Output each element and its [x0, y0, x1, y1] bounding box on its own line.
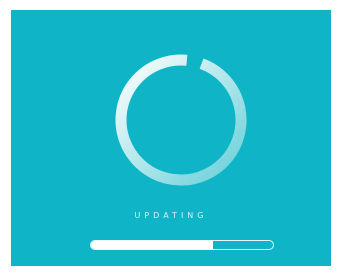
progress-bar — [90, 240, 274, 250]
update-screen: UPDATING — [11, 10, 331, 266]
loading-spinner — [113, 52, 249, 188]
progress-fill — [91, 241, 213, 249]
spinner-arc — [115, 54, 247, 186]
loading-ring-icon — [115, 54, 247, 186]
status-label: UPDATING — [134, 211, 208, 220]
